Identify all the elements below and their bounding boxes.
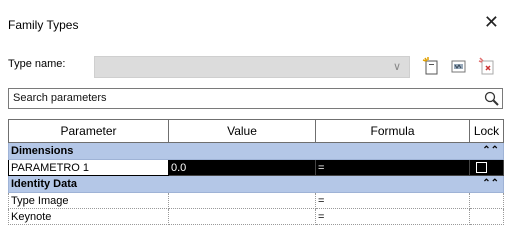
new-type-icon[interactable]: [421, 56, 441, 76]
group-header-identity-data[interactable]: Identity Data ⌃⌃: [8, 175, 504, 193]
group-header-dimensions[interactable]: Dimensions ⌃⌃: [8, 142, 504, 160]
type-name-label: Type name:: [8, 58, 66, 70]
table-row[interactable]: PARAMETRO 1 0.0 =: [8, 159, 504, 176]
lock-cell[interactable]: [469, 159, 504, 176]
collapse-icon[interactable]: ⌃⌃: [482, 178, 499, 189]
value-cell[interactable]: 0.0: [168, 159, 316, 176]
column-header-lock[interactable]: Lock: [469, 119, 504, 143]
column-header-parameter[interactable]: Parameter: [8, 119, 169, 143]
value-cell[interactable]: [168, 192, 316, 209]
search-placeholder: Search parameters: [13, 92, 107, 104]
formula-cell[interactable]: =: [315, 192, 470, 209]
title-bar: Family Types ✕: [0, 0, 509, 50]
parameter-name-cell[interactable]: Type Image: [8, 192, 169, 209]
search-icon[interactable]: [483, 90, 500, 107]
collapse-icon[interactable]: ⌃⌃: [482, 145, 499, 156]
parameter-name-cell[interactable]: Keynote: [8, 208, 169, 225]
group-label: Identity Data: [11, 178, 78, 190]
search-input[interactable]: Search parameters: [8, 88, 503, 109]
lock-cell: [469, 192, 504, 209]
rename-type-icon[interactable]: [449, 56, 469, 76]
column-header-formula[interactable]: Formula: [315, 119, 470, 143]
type-name-select[interactable]: ∨: [94, 56, 410, 78]
lock-checkbox[interactable]: [476, 162, 487, 174]
parameters-table: Parameter Value Formula Lock Dimensions …: [8, 119, 504, 225]
value-cell[interactable]: [168, 208, 316, 225]
table-row[interactable]: Keynote =: [8, 208, 504, 225]
window-title: Family Types: [8, 18, 79, 32]
formula-cell[interactable]: =: [315, 208, 470, 225]
close-icon[interactable]: ✕: [484, 11, 499, 33]
chevron-down-icon[interactable]: ∨: [393, 60, 401, 73]
group-label: Dimensions: [11, 145, 74, 157]
delete-type-icon[interactable]: [477, 56, 497, 76]
table-row[interactable]: Type Image =: [8, 192, 504, 209]
table-header-row: Parameter Value Formula Lock: [8, 119, 504, 143]
column-header-value[interactable]: Value: [168, 119, 316, 143]
formula-cell[interactable]: =: [315, 159, 470, 176]
parameter-name-cell[interactable]: PARAMETRO 1: [8, 159, 169, 176]
lock-cell: [469, 208, 504, 225]
